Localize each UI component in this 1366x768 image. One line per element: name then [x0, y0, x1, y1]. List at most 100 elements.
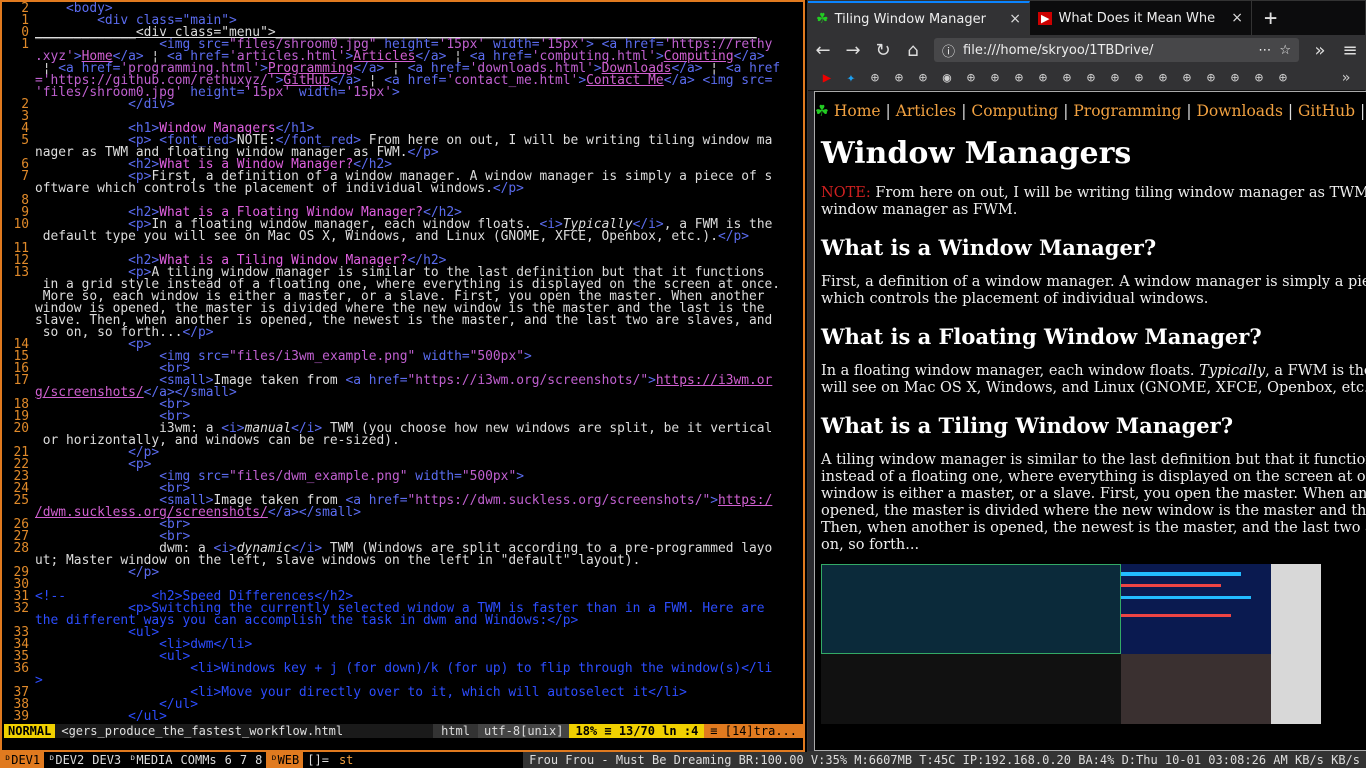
line-number: 1	[21, 37, 29, 52]
line-text: <li>Windows key + j (for down)/k (for up…	[35, 661, 773, 676]
code-view[interactable]: 2 <body> 1 <div class="main"> 0 ___________…	[5, 1, 803, 724]
reload-button[interactable]: ↻	[874, 40, 892, 61]
workspace-tag[interactable]: ᴰWEB	[266, 752, 304, 768]
code-line[interactable]: oftware which controls the placement of …	[5, 181, 803, 196]
paragraph-wm: First, a definition of a window manager.…	[821, 274, 1366, 308]
code-line[interactable]: 39 </ul>	[5, 709, 803, 724]
workspace-tag[interactable]: 8	[251, 752, 266, 768]
globe-bookmark-icon[interactable]: ⊕	[1154, 69, 1172, 87]
paragraph-line: In a floating window manager, each windo…	[821, 363, 1200, 379]
menu-link-github[interactable]: GitHub	[1298, 102, 1355, 120]
layout-indicator[interactable]: []=	[303, 752, 333, 768]
globe-bookmark-icon[interactable]: ⊕	[1202, 69, 1220, 87]
workspace-tag[interactable]: 6	[221, 752, 236, 768]
code-line[interactable]: 36 <li>Windows key + j (for down)/k (for…	[5, 661, 803, 676]
home-button[interactable]: ⌂	[904, 40, 922, 61]
bookmarks-overflow-button[interactable]: »	[1337, 69, 1355, 87]
globe-bookmark-icon[interactable]: ⊕	[1010, 69, 1028, 87]
workspace-tag[interactable]: ᴰDEV1	[0, 752, 45, 768]
line-text: </div>	[128, 97, 175, 112]
url-bar[interactable]: ⓘ file:///home/skryoo/1TBDrive/ ⋯ ☆	[934, 38, 1299, 62]
globe-bookmark-icon[interactable]: ⊕	[1226, 69, 1244, 87]
tab-title: What Does it Mean Whe	[1058, 10, 1216, 26]
youtube-bookmark-icon[interactable]: ▶	[818, 69, 836, 87]
menu-link-articles[interactable]: Articles	[896, 102, 957, 120]
line-number: 39	[13, 709, 29, 724]
workspace-tag[interactable]: DEV3	[88, 752, 125, 768]
line-number: 25	[13, 493, 29, 508]
menu-link-home[interactable]: Home	[834, 102, 881, 120]
globe-bookmark-icon[interactable]: ⊕	[1130, 69, 1148, 87]
line-number	[5, 87, 35, 99]
menu-separator: |	[1287, 102, 1294, 120]
forward-button[interactable]: →	[844, 40, 862, 61]
paragraph-fwm: In a floating window manager, each windo…	[821, 363, 1366, 397]
line-number: 2	[21, 1, 29, 16]
line-number: 28	[13, 541, 29, 556]
new-tab-button[interactable]: +	[1252, 1, 1289, 35]
line-number	[5, 279, 35, 291]
globe-bookmark-icon[interactable]: ⊕	[1274, 69, 1292, 87]
menu-separator: |	[885, 102, 891, 120]
italic-typically: Typically	[1199, 363, 1266, 379]
back-button[interactable]: ←	[814, 40, 832, 61]
globe-bookmark-icon[interactable]: ⊕	[1058, 69, 1076, 87]
line-number: 1	[21, 13, 29, 28]
globe-bookmark-icon[interactable]: ⊕	[1106, 69, 1124, 87]
vim-editor-pane[interactable]: 2 <body> 1 <div class="main"> 0 ___________…	[0, 0, 805, 752]
paragraph-line: instead of a floating one, where everyth…	[821, 469, 1366, 485]
globe-bookmark-icon[interactable]: ⊕	[1250, 69, 1268, 87]
globe-bookmark-icon[interactable]: ⊕	[890, 69, 908, 87]
overflow-button[interactable]: »	[1311, 40, 1329, 61]
line-number	[5, 75, 35, 87]
workspace-tag[interactable]: ᴰDEV2	[44, 752, 88, 768]
web-content[interactable]: ☘ Home | Articles | Computing | Programm…	[814, 91, 1366, 751]
page-actions-icon[interactable]: ⋯	[1258, 43, 1271, 58]
globe-bookmark-icon[interactable]: ⊕	[866, 69, 884, 87]
tab-bar: ☘ Tiling Window Manager × ▶ What Does it…	[808, 1, 1365, 35]
globe-bookmark-icon[interactable]: ⊕	[986, 69, 1004, 87]
globe-bookmark-icon[interactable]: ⊕	[1034, 69, 1052, 87]
globe-bookmark-icon[interactable]: ⊕	[1178, 69, 1196, 87]
menu-button[interactable]: ≡	[1341, 40, 1359, 61]
menu-link-downloads[interactable]: Downloads	[1196, 102, 1282, 120]
info-icon[interactable]: ⓘ	[942, 41, 955, 60]
vim-filetype: html	[433, 724, 478, 738]
code-line[interactable]: 29 </p>	[5, 565, 803, 580]
code-line[interactable]: default type you will see on Mac OS X, W…	[5, 230, 803, 243]
menu-link-programming[interactable]: Programming	[1073, 102, 1181, 120]
vim-warning: ≡ [14]tra...	[704, 724, 803, 738]
bookmark-star-icon[interactable]: ☆	[1279, 43, 1291, 58]
line-number	[5, 51, 35, 63]
close-tab-icon[interactable]: ×	[1231, 10, 1243, 26]
tab-what-does-it-mean[interactable]: ▶ What Does it Mean Whe ×	[1030, 1, 1252, 35]
vim-position: 18% ≡ 13/70 ln :4	[569, 724, 705, 738]
paragraph-line: , a FWM is the de	[1265, 363, 1366, 379]
i3wm-screenshot-image	[821, 564, 1321, 724]
paragraph-line: opened, the master is divided where the …	[821, 503, 1366, 519]
workspace-tag[interactable]: ᴰMEDIA	[125, 752, 176, 768]
menu-link-computing[interactable]: Computing	[971, 102, 1058, 120]
workspace-tag[interactable]: COMMs	[177, 752, 221, 768]
twitter-bookmark-icon[interactable]: ✦	[842, 69, 860, 87]
vim-encoding: utf-8[unix]	[477, 724, 570, 738]
line-text: </p>	[128, 565, 160, 580]
code-line[interactable]: 2 </div>	[5, 97, 803, 112]
menu-separator: |	[1063, 102, 1069, 120]
globe-bookmark-icon[interactable]: ⊕	[1082, 69, 1100, 87]
dwm-status-bar: ᴰDEV1 ᴰDEV2 DEV3 ᴰMEDIA COMMs 6 7 8 ᴰWEB…	[0, 752, 1366, 768]
line-number: 8	[21, 193, 29, 208]
globe-bookmark-icon[interactable]: ⊕	[914, 69, 932, 87]
note-paragraph: NOTE: From here on out, I will be writin…	[821, 185, 1366, 219]
close-tab-icon[interactable]: ×	[1009, 11, 1021, 27]
line-text: oftware which controls the placement of …	[35, 181, 524, 196]
workspace-tag[interactable]: 7	[236, 752, 251, 768]
tab-title: Tiling Window Manager	[834, 11, 986, 27]
url-text: file:///home/skryoo/1TBDrive/	[963, 42, 1154, 58]
tab-tiling-wm[interactable]: ☘ Tiling Window Manager ×	[808, 1, 1030, 35]
heading-what-is-wm: What is a Window Manager?	[821, 235, 1157, 260]
nav-bar: ← → ↻ ⌂ ⓘ file:///home/skryoo/1TBDrive/ …	[808, 35, 1365, 65]
menu-separator: |	[1186, 102, 1192, 120]
globe-bookmark-icon[interactable]: ⊕	[962, 69, 980, 87]
github-bookmark-icon[interactable]: ◉	[938, 69, 956, 87]
